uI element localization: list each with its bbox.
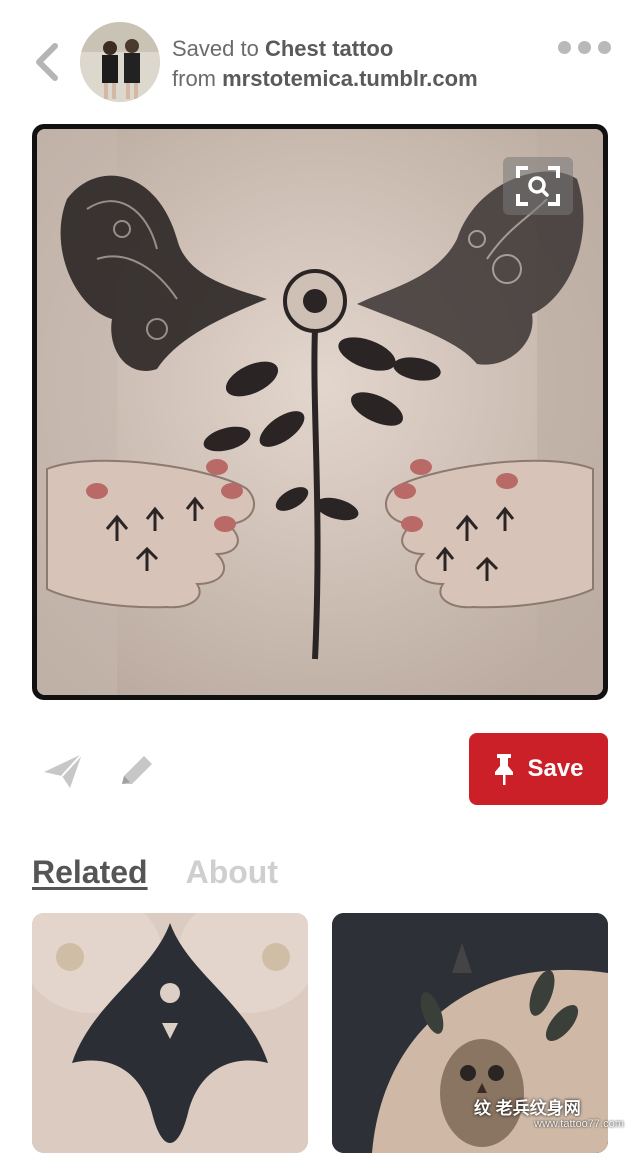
related-pin-card[interactable]: [32, 913, 308, 1153]
saved-to-line: Saved to Chest tattoo: [172, 34, 478, 64]
visual-search-icon: [516, 166, 560, 206]
more-dot-icon: [558, 40, 571, 54]
watermark-url: www.tattoo77.com: [534, 1118, 624, 1130]
pin-image[interactable]: [37, 129, 603, 695]
related-pin-image: [32, 913, 308, 1153]
source-domain-link[interactable]: mrstotemica.tumblr.com: [222, 66, 478, 91]
pushpin-icon: [495, 754, 514, 785]
content-tabs: Related About: [32, 852, 278, 892]
pencil-icon: [122, 756, 152, 784]
send-icon: [44, 753, 83, 788]
pin-attribution: Saved to Chest tattoo from mrstotemica.t…: [172, 34, 478, 94]
source-prefix: from: [172, 66, 216, 91]
more-dot-icon: [578, 40, 591, 54]
board-name-link[interactable]: Chest tattoo: [265, 36, 393, 61]
avatar-image: [80, 22, 160, 102]
more-options-button[interactable]: [558, 36, 612, 58]
pin-header: Saved to Chest tattoo from mrstotemica.t…: [0, 0, 640, 110]
pin-image-frame: [32, 124, 608, 700]
save-button[interactable]: Save: [469, 733, 608, 805]
source-line: from mrstotemica.tumblr.com: [172, 64, 478, 94]
send-button[interactable]: [40, 748, 88, 792]
edit-button[interactable]: [114, 748, 162, 792]
board-avatar[interactable]: [80, 22, 160, 102]
back-button[interactable]: [28, 40, 64, 84]
pin-action-bar: Save: [0, 730, 640, 810]
chevron-left-icon: [36, 43, 58, 81]
save-button-label: Save: [527, 755, 584, 782]
tab-about[interactable]: About: [186, 852, 278, 892]
saved-to-prefix: Saved to: [172, 36, 259, 61]
more-dot-icon: [598, 40, 611, 54]
visual-search-button[interactable]: [503, 157, 573, 215]
watermark-text: 纹 老兵纹身网: [474, 1099, 581, 1118]
tab-related[interactable]: Related: [32, 852, 148, 892]
